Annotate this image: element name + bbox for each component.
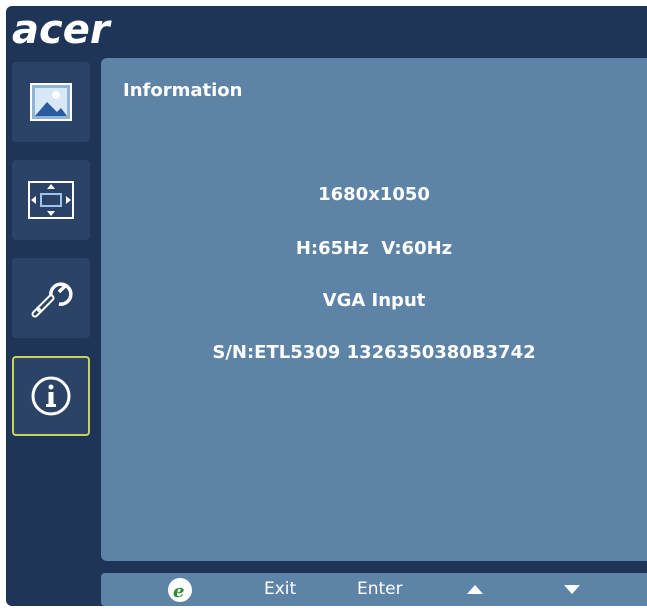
tab-information[interactable] (12, 356, 90, 436)
exit-button[interactable]: Exit (264, 573, 296, 606)
frequency-text: H:65Hz V:60Hz (295, 238, 453, 259)
resolution-text: 1680x1050 (318, 184, 430, 205)
up-arrow-icon[interactable] (467, 585, 483, 594)
screen: acer Information 1680x1050 H:65Hz V:60Hz… (0, 0, 647, 614)
tab-picture[interactable] (12, 62, 90, 142)
info-icon (31, 376, 71, 416)
footer-bar: e Exit Enter (101, 573, 647, 606)
tab-setup[interactable] (12, 258, 90, 338)
tab-display[interactable] (12, 160, 90, 240)
picture-icon (30, 83, 72, 121)
e-icon[interactable]: e (167, 577, 193, 603)
serial-number-text: S/N:ETL5309 1326350380B3742 (212, 342, 536, 363)
acer-logo: acer (12, 8, 112, 52)
wrench-icon (31, 282, 73, 318)
panel-title: Information (123, 80, 243, 101)
information-panel: Information 1680x1050 H:65Hz V:60Hz VGA … (101, 58, 647, 561)
enter-button[interactable]: Enter (357, 573, 403, 606)
down-arrow-icon[interactable] (564, 585, 580, 594)
display-position-icon (28, 181, 74, 219)
osd-menu: acer Information 1680x1050 H:65Hz V:60Hz… (6, 6, 647, 606)
svg-text:e: e (173, 581, 184, 602)
input-source-text: VGA Input (322, 290, 426, 311)
svg-text:acer: acer (12, 8, 112, 52)
